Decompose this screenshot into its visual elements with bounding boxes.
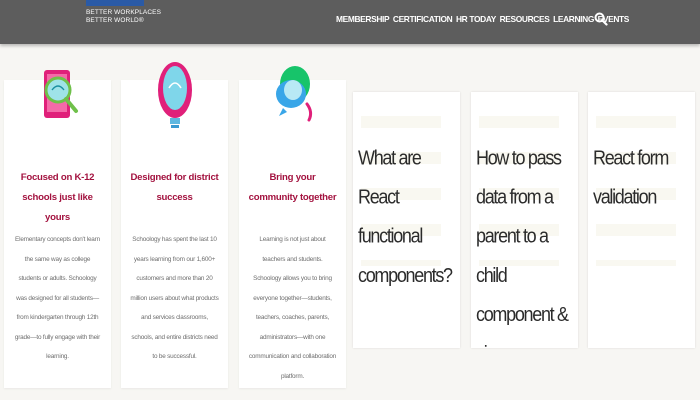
tablet-magnifier-illustration bbox=[43, 70, 78, 118]
nav-certification[interactable]: CERTIFICATION bbox=[393, 14, 453, 24]
feature-description: Elementary concepts don't learn the same… bbox=[14, 236, 101, 360]
feature-title: Designed for district success bbox=[130, 172, 219, 203]
nav-hr-today[interactable]: HR TODAY bbox=[456, 14, 496, 24]
chat-bubbles-illustration bbox=[275, 66, 312, 122]
nav-membership[interactable]: MEMBERSHIP bbox=[336, 14, 390, 24]
logo-mark bbox=[86, 0, 144, 6]
search-button[interactable] bbox=[594, 12, 608, 26]
article-title[interactable]: React form validation bbox=[593, 138, 691, 216]
feature-title: Bring your community together bbox=[248, 172, 337, 203]
article-card-react-functional-components[interactable]: What are React functional components? bbox=[353, 92, 460, 348]
site-header: BETTER WORKPLACES BETTER WORLD® MEMBERSH… bbox=[0, 0, 700, 44]
feature-card-district: Designed for district success Schoology … bbox=[121, 62, 228, 388]
nav-resources[interactable]: RESOURCES bbox=[500, 14, 550, 24]
search-icon bbox=[594, 12, 608, 26]
nav-learning[interactable]: LEARNING bbox=[553, 14, 594, 24]
article-title[interactable]: What are React functional components? bbox=[358, 138, 456, 294]
article-card-pass-data[interactable]: How to pass data from a parent to a chil… bbox=[471, 92, 578, 348]
shrm-logo[interactable]: BETTER WORKPLACES BETTER WORLD® bbox=[86, 0, 161, 30]
feature-description: Schoology has spent the last 10 years le… bbox=[130, 236, 219, 360]
logo-tagline: BETTER WORKPLACES BETTER WORLD® bbox=[86, 9, 162, 24]
main-nav: MEMBERSHIP CERTIFICATION HR TODAY RESOUR… bbox=[336, 14, 629, 24]
article-card-react-form-validation[interactable]: React form validation bbox=[588, 92, 695, 348]
feature-description: Learning is not just about teachers and … bbox=[248, 236, 337, 380]
feature-card-k12: Focused on K-12 schools just like yours … bbox=[4, 70, 111, 388]
feature-card-community: Bring your community together Learning i… bbox=[239, 66, 346, 388]
article-title[interactable]: How to pass data from a parent to a chil… bbox=[476, 138, 574, 348]
lightbulb-illustration bbox=[157, 62, 192, 128]
feature-title: Focused on K-12 schools just like yours bbox=[20, 172, 95, 223]
